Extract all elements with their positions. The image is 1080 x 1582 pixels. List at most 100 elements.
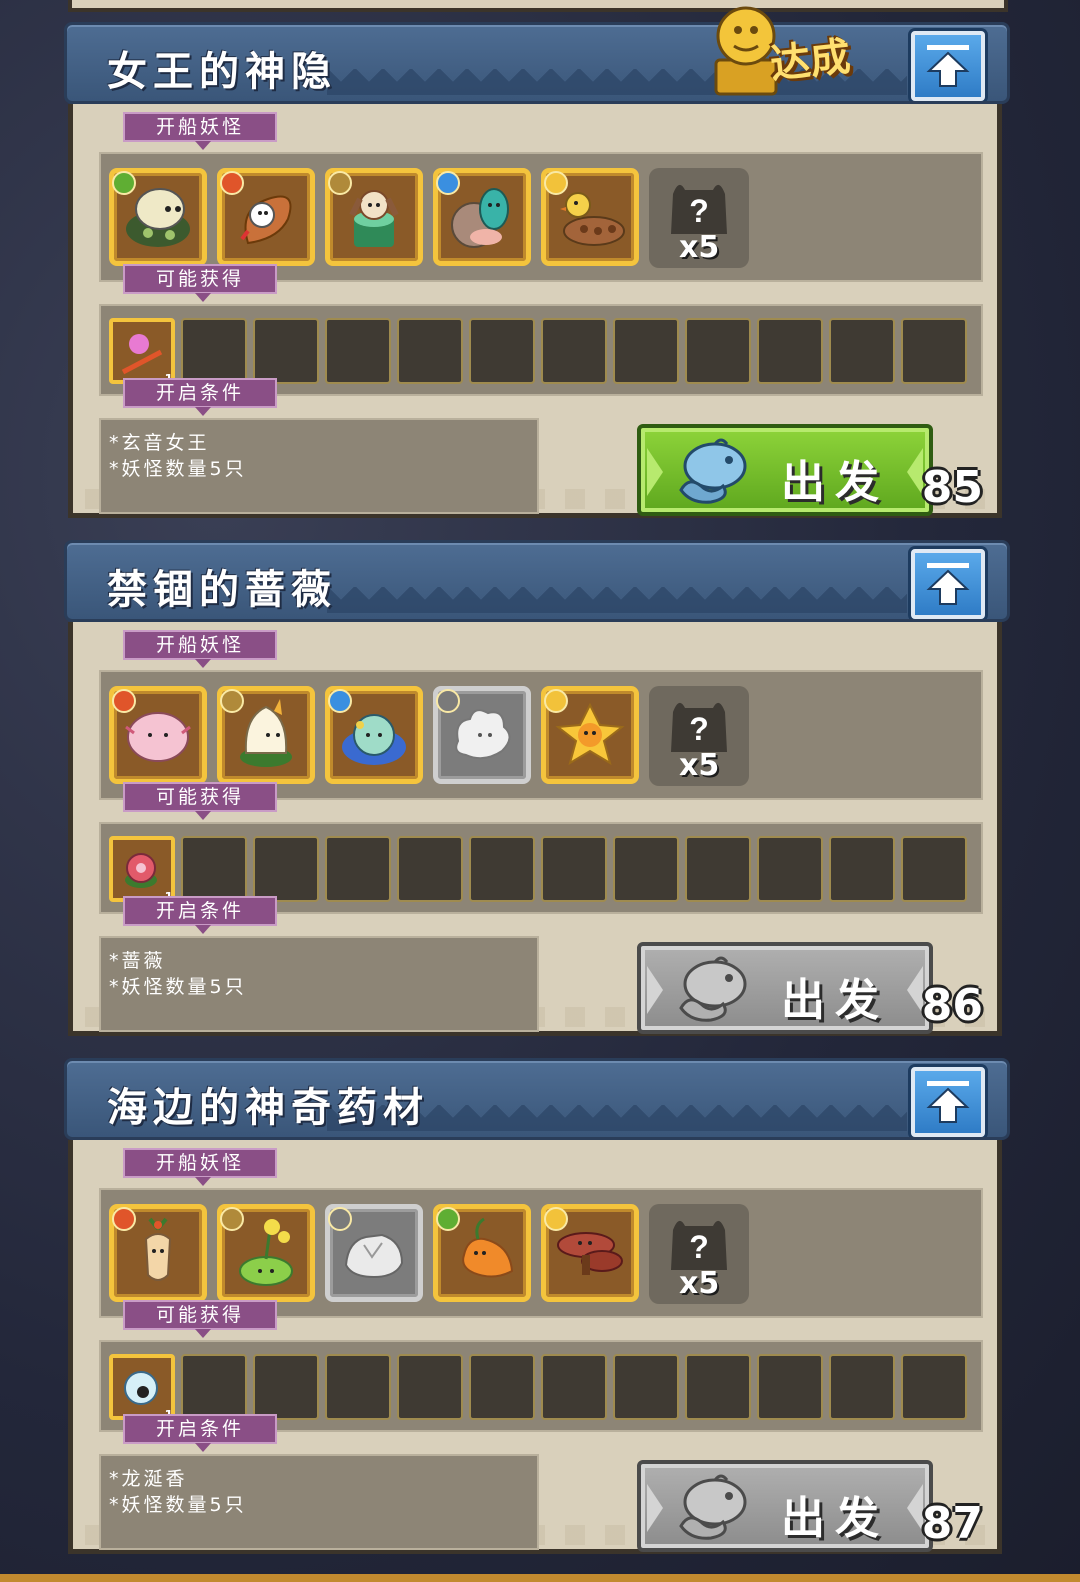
empty-reward-slot: [253, 836, 319, 902]
empty-reward-slot: [613, 318, 679, 384]
depart-button[interactable]: 出发: [637, 424, 933, 516]
rewards-tag: 可能获得: [123, 1300, 277, 1338]
empty-reward-slot: [757, 1354, 823, 1420]
depart-label: 出发: [781, 1493, 889, 1544]
arrow-up-icon: [926, 563, 970, 605]
ship-monster-slot[interactable]: [541, 1204, 639, 1302]
ship-monster-slot[interactable]: [109, 686, 207, 784]
arrow-up-icon: [926, 45, 970, 87]
achieved-badge: 达成: [712, 0, 872, 100]
empty-reward-slot: [397, 1354, 463, 1420]
reward-slot[interactable]: 1: [109, 836, 175, 904]
quest-number: 86: [921, 980, 983, 1031]
ship-monster-slot[interactable]: [541, 686, 639, 784]
conditions-box: *龙涎香 *妖怪数量5只: [99, 1454, 539, 1550]
ship-monster-slot-locked[interactable]: [433, 686, 531, 784]
ship-monster-slot[interactable]: [217, 168, 315, 266]
condition-line: *玄音女王: [109, 432, 210, 454]
whale-cloud-icon: [679, 438, 747, 504]
conditions-box: *玄音女王 *妖怪数量5只: [99, 418, 539, 514]
achieved-label: 达成: [768, 33, 853, 89]
element-light-icon: [544, 171, 568, 195]
empty-reward-slot: [757, 318, 823, 384]
depart-label: 出发: [781, 975, 889, 1026]
empty-reward-slot: [325, 1354, 391, 1420]
reward-slot[interactable]: 1: [109, 1354, 175, 1422]
ship-monster-slot[interactable]: [433, 168, 531, 266]
empty-reward-slot: [613, 836, 679, 902]
mystery-monster-slot[interactable]: ? x5: [649, 168, 749, 268]
empty-reward-slot: [181, 1354, 247, 1420]
conditions-tag: 开启条件: [123, 1414, 277, 1452]
quest-header: 海边的神奇药材: [64, 1058, 1010, 1140]
depart-button-disabled[interactable]: 出发: [637, 1460, 933, 1552]
collapse-button[interactable]: [911, 31, 985, 101]
whale-cloud-icon: [679, 956, 747, 1022]
rewards-tag: 可能获得: [123, 782, 277, 820]
rose-item-icon: [125, 853, 157, 888]
empty-reward-slot: [253, 1354, 319, 1420]
condition-line: *妖怪数量5只: [109, 976, 247, 998]
mystery-count: x5: [679, 230, 720, 265]
quest-title: 禁锢的蔷薇: [107, 567, 337, 613]
empty-reward-slot: [469, 318, 535, 384]
depart-button-disabled[interactable]: 出发: [637, 942, 933, 1034]
condition-line: *龙涎香: [109, 1468, 188, 1490]
ship-monster-slot[interactable]: [109, 168, 207, 266]
chevron-right-icon: [907, 448, 923, 496]
empty-reward-slot: [181, 318, 247, 384]
reward-slot[interactable]: 1: [109, 318, 175, 386]
element-fire-icon: [220, 171, 244, 195]
condition-line: *妖怪数量5只: [109, 458, 247, 480]
collapse-button[interactable]: [911, 549, 985, 619]
svg-text:?: ?: [689, 193, 709, 229]
header-pattern: [327, 587, 907, 613]
ship-monsters-tag: 开船妖怪: [123, 630, 277, 668]
ship-monster-slot[interactable]: [217, 1204, 315, 1302]
element-dark-icon: [328, 1207, 352, 1231]
mystery-count: x5: [679, 748, 720, 783]
empty-reward-slot: [901, 1354, 967, 1420]
element-light-icon: [544, 689, 568, 713]
quest-card-3: 海边的神奇药材 开船妖怪 ? x5 可能获得 *龙涎香 *妖怪数量5只 开启条件…: [64, 1058, 1010, 1560]
mystery-count: x5: [679, 1266, 720, 1301]
pink-bird-item-icon: [121, 334, 163, 375]
quest-number: 85: [921, 462, 983, 513]
element-grass-icon: [436, 1207, 460, 1231]
ship-monster-slot[interactable]: [325, 168, 423, 266]
svg-text:?: ?: [689, 1229, 709, 1265]
element-earth-icon: [220, 1207, 244, 1231]
ship-monster-slot[interactable]: [433, 1204, 531, 1302]
empty-reward-slot: [901, 318, 967, 384]
empty-reward-slot: [829, 318, 895, 384]
ship-monster-slot[interactable]: [217, 686, 315, 784]
ship-monster-slot[interactable]: [109, 1204, 207, 1302]
ship-monster-slot-locked[interactable]: [325, 1204, 423, 1302]
mystery-monster-slot[interactable]: ? x5: [649, 1204, 749, 1304]
empty-reward-slot: [325, 318, 391, 384]
condition-line: *妖怪数量5只: [109, 1494, 247, 1516]
conditions-box: *蔷薇 *妖怪数量5只: [99, 936, 539, 1032]
quest-body: 开船妖怪: [68, 104, 1002, 518]
chevron-left-icon: [647, 1484, 663, 1532]
empty-reward-slot: [469, 836, 535, 902]
quest-number: 87: [921, 1498, 983, 1549]
element-water-icon: [328, 689, 352, 713]
quest-title: 海边的神奇药材: [107, 1085, 429, 1131]
empty-reward-slot: [181, 836, 247, 902]
arrow-up-icon: [926, 1081, 970, 1123]
empty-reward-slot: [325, 836, 391, 902]
ship-monster-slot[interactable]: [541, 168, 639, 266]
empty-reward-slot: [541, 318, 607, 384]
empty-reward-slot: [469, 1354, 535, 1420]
mystery-monster-slot[interactable]: ? x5: [649, 686, 749, 786]
element-earth-icon: [328, 171, 352, 195]
chevron-right-icon: [907, 966, 923, 1014]
quest-card-2: 禁锢的蔷薇 开船妖怪 ? x5 可能获得 *蔷薇 *妖怪数量5只 开启条件 出发…: [64, 540, 1010, 1042]
ship-monster-slot[interactable]: [325, 686, 423, 784]
element-grass-icon: [112, 171, 136, 195]
collapse-button[interactable]: [911, 1067, 985, 1137]
quest-card-1: 女王的神隐 达成 开船妖怪 ? x5 可能获得 *玄音女王 *妖怪数量5只 开启…: [64, 6, 1010, 524]
chevron-right-icon: [907, 1484, 923, 1532]
whale-cloud-icon: [679, 1474, 747, 1540]
